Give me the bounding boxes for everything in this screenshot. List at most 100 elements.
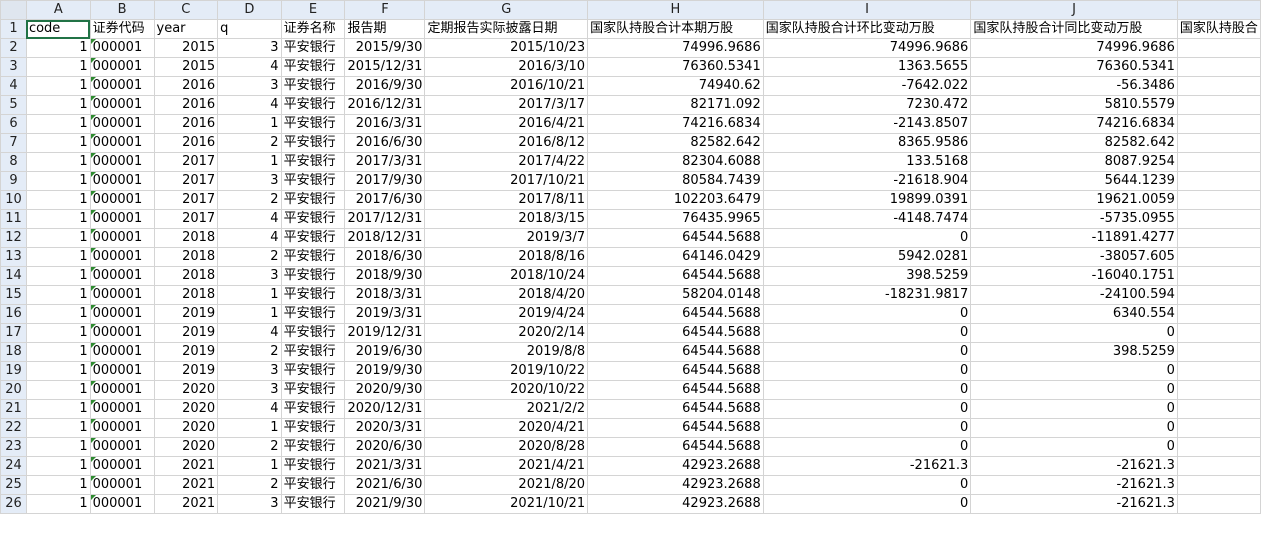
cell[interactable]: 0 (970, 380, 1178, 400)
cell[interactable]: 000001 (89, 57, 155, 77)
cell[interactable]: -2143.8507 (762, 114, 972, 134)
cell[interactable]: 平安银行 (280, 228, 346, 248)
row-header[interactable]: 17 (0, 323, 27, 343)
cell[interactable]: 2 (217, 437, 282, 457)
cell[interactable]: 2020 (153, 380, 219, 400)
cell[interactable]: 2018/10/24 (424, 266, 589, 286)
cell[interactable]: 1 (25, 228, 91, 248)
cell[interactable]: 2020 (153, 418, 219, 438)
cell[interactable]: 平安银行 (280, 494, 346, 514)
cell[interactable]: 1 (25, 456, 91, 476)
cell[interactable]: code (25, 19, 91, 39)
cell[interactable]: 6340.554 (970, 304, 1178, 324)
cell[interactable] (1176, 342, 1261, 362)
column-header[interactable]: F (344, 0, 426, 20)
cell[interactable]: 76360.5341 (970, 57, 1178, 77)
cell[interactable]: 4 (217, 228, 282, 248)
cell[interactable]: 0 (762, 361, 972, 381)
cell[interactable]: 0 (970, 437, 1178, 457)
cell[interactable]: 64544.5688 (587, 304, 764, 324)
cell[interactable]: 000001 (89, 228, 155, 248)
cell[interactable]: 1 (25, 114, 91, 134)
cell[interactable]: 000001 (89, 152, 155, 172)
cell[interactable]: 2018 (153, 228, 219, 248)
row-header[interactable]: 2 (0, 38, 27, 58)
cell[interactable] (1176, 209, 1261, 229)
cell[interactable]: 2020/4/21 (424, 418, 589, 438)
cell[interactable]: 0 (762, 228, 972, 248)
cell[interactable]: 000001 (89, 285, 155, 305)
column-header[interactable]: G (424, 0, 589, 20)
cell[interactable]: -38057.605 (970, 247, 1178, 267)
cell[interactable]: 平安银行 (280, 380, 346, 400)
column-header[interactable]: E (280, 0, 346, 20)
cell[interactable]: 19899.0391 (762, 190, 972, 210)
cell[interactable]: 76360.5341 (587, 57, 764, 77)
column-header[interactable]: A (25, 0, 91, 20)
cell[interactable]: 82171.092 (587, 95, 764, 115)
cell[interactable]: 64544.5688 (587, 342, 764, 362)
cell[interactable]: 2017 (153, 190, 219, 210)
row-header[interactable]: 16 (0, 304, 27, 324)
cell[interactable]: 2015/9/30 (344, 38, 426, 58)
cell[interactable] (1176, 171, 1261, 191)
cell[interactable]: 000001 (89, 133, 155, 153)
cell[interactable] (1176, 437, 1261, 457)
cell[interactable]: 0 (762, 380, 972, 400)
cell[interactable]: 0 (762, 475, 972, 495)
cell[interactable] (1176, 95, 1261, 115)
cell[interactable]: 0 (762, 323, 972, 343)
cell[interactable]: 1 (25, 361, 91, 381)
cell[interactable]: 1 (217, 456, 282, 476)
cell[interactable]: -18231.9817 (762, 285, 972, 305)
cell[interactable]: 64146.0429 (587, 247, 764, 267)
cell[interactable] (1176, 399, 1261, 419)
cell[interactable]: 2019/3/7 (424, 228, 589, 248)
column-header[interactable]: B (89, 0, 155, 20)
cell[interactable]: 0 (970, 323, 1178, 343)
cell[interactable]: 2019/3/31 (344, 304, 426, 324)
cell[interactable]: 000001 (89, 437, 155, 457)
cell[interactable]: 1 (25, 76, 91, 96)
cell[interactable]: 2021/8/20 (424, 475, 589, 495)
cell[interactable]: 2021 (153, 456, 219, 476)
cell[interactable]: 74996.9686 (587, 38, 764, 58)
cell[interactable]: 1 (25, 418, 91, 438)
cell[interactable]: 2018/6/30 (344, 247, 426, 267)
cell[interactable]: -21621.3 (970, 456, 1178, 476)
cell[interactable]: 国家队持股合 (1176, 19, 1261, 39)
cell[interactable]: 2017 (153, 209, 219, 229)
cell[interactable]: 1 (25, 266, 91, 286)
cell[interactable]: 2019/12/31 (344, 323, 426, 343)
cell[interactable]: 国家队持股合计环比变动万股 (762, 19, 972, 39)
row-header[interactable]: 12 (0, 228, 27, 248)
cell[interactable]: 平安银行 (280, 209, 346, 229)
cell[interactable]: 2016/3/10 (424, 57, 589, 77)
row-header[interactable]: 20 (0, 380, 27, 400)
cell[interactable]: 2020/8/28 (424, 437, 589, 457)
cell[interactable]: 0 (762, 437, 972, 457)
cell[interactable]: -24100.594 (970, 285, 1178, 305)
cell[interactable]: 42923.2688 (587, 475, 764, 495)
cell[interactable]: year (153, 19, 219, 39)
cell[interactable]: 2020/3/31 (344, 418, 426, 438)
cell[interactable]: -21621.3 (970, 494, 1178, 514)
cell[interactable]: 74216.6834 (587, 114, 764, 134)
cell[interactable]: 2019 (153, 342, 219, 362)
cell[interactable]: 64544.5688 (587, 228, 764, 248)
cell[interactable] (1176, 114, 1261, 134)
cell[interactable]: 2017/6/30 (344, 190, 426, 210)
cell[interactable]: 0 (970, 418, 1178, 438)
cell[interactable]: 2019/4/24 (424, 304, 589, 324)
cell[interactable]: 2 (217, 247, 282, 267)
cell[interactable]: -11891.4277 (970, 228, 1178, 248)
cell[interactable]: 3 (217, 38, 282, 58)
cell-grid[interactable]: A B C D E F G H I J 1 code 证券代码 year q 证… (0, 0, 1261, 514)
cell[interactable]: 1 (217, 152, 282, 172)
cell[interactable] (1176, 323, 1261, 343)
cell[interactable]: 5942.0281 (762, 247, 972, 267)
row-header[interactable]: 7 (0, 133, 27, 153)
cell[interactable]: 2019 (153, 304, 219, 324)
column-header[interactable]: I (762, 0, 972, 20)
cell[interactable]: 7230.472 (762, 95, 972, 115)
